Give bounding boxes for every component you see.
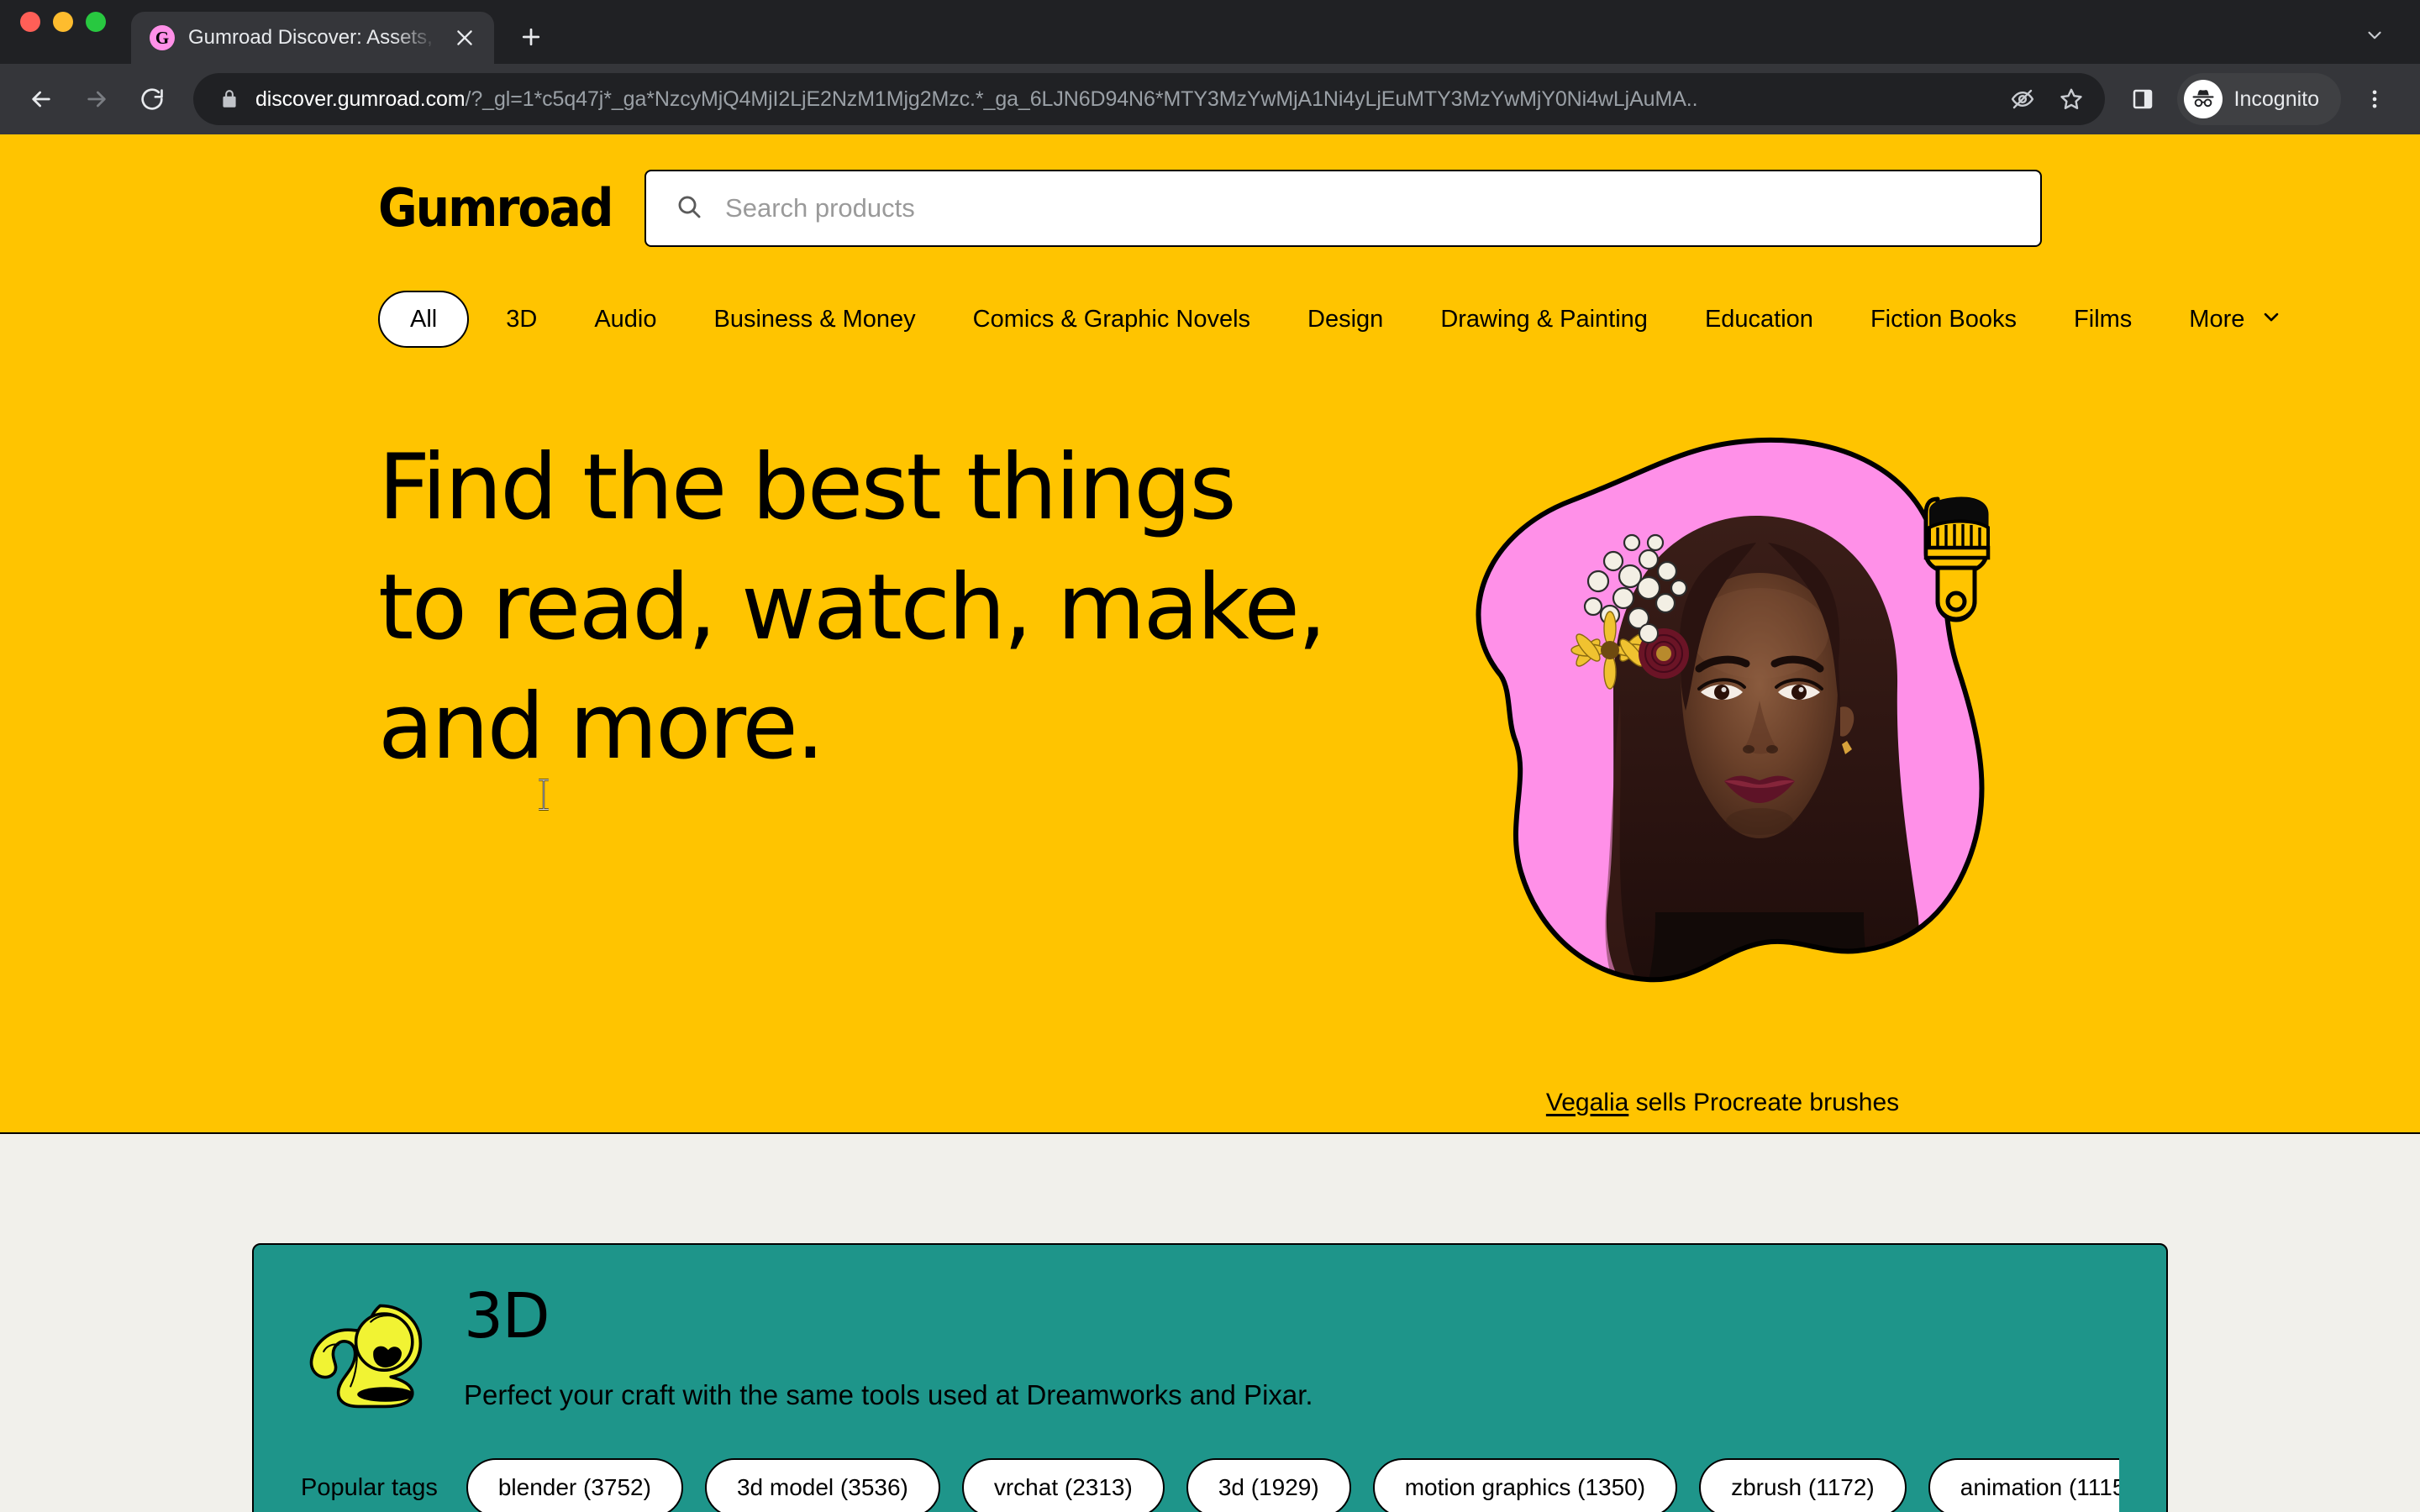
hero-caption: Vegalia sells Procreate brushes <box>1403 1089 2042 1117</box>
hero-headline: Find the best things to read, watch, mak… <box>378 408 1327 788</box>
browser-menu-button[interactable] <box>2351 76 2398 123</box>
tag-3d-model[interactable]: 3d model (3536) <box>704 1458 940 1512</box>
discover-categories-section: 3D Perfect your craft with the same tool… <box>0 1134 2420 1512</box>
new-tab-button[interactable] <box>508 13 555 60</box>
tag-blender[interactable]: blender (3752) <box>466 1458 683 1512</box>
minimize-window-button[interactable] <box>53 12 73 32</box>
site-header: Gumroad <box>378 134 2042 247</box>
hero-artwork: Vegalia sells Procreate brushes <box>1403 408 2042 1117</box>
maximize-window-button[interactable] <box>86 12 106 32</box>
category-card-3d[interactable]: 3D Perfect your craft with the same tool… <box>252 1243 2168 1512</box>
url-host: discover.gumroad.com <box>255 87 466 111</box>
category-tab-more-label: More <box>2189 305 2245 333</box>
bookmark-star-icon[interactable] <box>2049 77 2093 121</box>
incognito-label: Incognito <box>2233 87 2319 111</box>
hero-headline-line-3: and more. <box>378 675 825 780</box>
gumroad-favicon: G <box>150 25 175 50</box>
tag-3d[interactable]: 3d (1929) <box>1186 1458 1351 1512</box>
browser-toolbar: discover.gumroad.com/?_gl=1*c5q47j*_ga*N… <box>0 64 2420 134</box>
hero-body: Find the best things to read, watch, mak… <box>378 408 2042 1117</box>
seller-portrait-blob <box>1476 437 1991 1074</box>
close-window-button[interactable] <box>20 12 40 32</box>
eye-slash-icon[interactable] <box>2001 77 2044 121</box>
hero-section: Gumroad All 3D Audio <box>0 134 2420 1134</box>
category-tab-education[interactable]: Education <box>1676 292 1842 346</box>
gumroad-logo[interactable]: Gumroad <box>378 182 614 234</box>
lock-icon <box>218 88 240 110</box>
category-tab-fiction-books[interactable]: Fiction Books <box>1842 292 2045 346</box>
incognito-indicator[interactable]: Incognito <box>2176 73 2341 125</box>
category-tab-business-money[interactable]: Business & Money <box>685 292 944 346</box>
chevron-down-icon <box>2260 305 2283 333</box>
page-viewport: Gumroad All 3D Audio <box>0 134 2420 1512</box>
hero-seller-link[interactable]: Vegalia <box>1546 1089 1628 1116</box>
category-tab-all[interactable]: All <box>378 291 470 348</box>
hero-headline-line-1: Find the best things <box>378 435 1237 540</box>
tag-animation[interactable]: animation (1115) <box>1928 1458 2119 1512</box>
tag-vrchat[interactable]: vrchat (2313) <box>961 1458 1165 1512</box>
category-tab-drawing-painting[interactable]: Drawing & Painting <box>1412 292 1676 346</box>
popular-tags-label: Popular tags <box>301 1473 438 1501</box>
category-tab-3d[interactable]: 3D <box>477 292 566 346</box>
category-tab-design[interactable]: Design <box>1279 292 1412 346</box>
shoulder-flowers <box>1590 999 1906 1074</box>
close-tab-button[interactable] <box>450 24 479 52</box>
tag-motion-graphics[interactable]: motion graphics (1350) <box>1372 1458 1678 1512</box>
hero-caption-rest: sells Procreate brushes <box>1628 1089 1900 1116</box>
search-input[interactable] <box>725 193 2012 223</box>
category-tab-audio[interactable]: Audio <box>566 292 685 346</box>
category-card-header: 3D Perfect your craft with the same tool… <box>301 1282 2119 1421</box>
window-traffic-lights <box>20 0 106 64</box>
side-panel-button[interactable] <box>2117 73 2169 125</box>
category-tab-films[interactable]: Films <box>2045 292 2160 346</box>
url-path: /?_gl=1*c5q47j*_ga*NzcyMjQ4MjI2LjE2NzM1M… <box>465 87 1698 111</box>
category-card-text: 3D Perfect your craft with the same tool… <box>464 1282 2119 1411</box>
incognito-hat-icon <box>2183 80 2223 118</box>
address-bar[interactable]: discover.gumroad.com/?_gl=1*c5q47j*_ga*N… <box>193 73 2105 125</box>
category-card-title: 3D <box>464 1280 550 1352</box>
category-tab-more[interactable]: More <box>2160 292 2283 346</box>
category-nav: All 3D Audio Business & Money Comics & G… <box>378 291 2279 348</box>
popular-tags-row: Popular tags blender (3752) 3d model (35… <box>301 1458 2119 1512</box>
tab-list-chevron-icon[interactable] <box>2358 18 2391 52</box>
tag-zbrush[interactable]: zbrush (1172) <box>1699 1458 1907 1512</box>
gumroad-3d-mascot-icon <box>301 1287 435 1421</box>
category-tab-comics-graphic-novels[interactable]: Comics & Graphic Novels <box>944 292 1279 346</box>
hero-headline-line-2: to read, watch, make, <box>378 554 1327 660</box>
search-bar[interactable] <box>644 170 2042 247</box>
tab-strip: G Gumroad Discover: Assets, boo <box>0 0 2420 64</box>
back-button[interactable] <box>15 73 67 125</box>
forward-button[interactable] <box>71 73 123 125</box>
browser-tab[interactable]: G Gumroad Discover: Assets, boo <box>131 12 494 64</box>
search-icon <box>675 192 703 225</box>
category-card-description: Perfect your craft with the same tools u… <box>464 1379 1313 1410</box>
reload-button[interactable] <box>126 73 178 125</box>
url-text: discover.gumroad.com/?_gl=1*c5q47j*_ga*N… <box>255 87 1992 112</box>
omnibox-actions <box>2001 77 2093 121</box>
browser-window: G Gumroad Discover: Assets, boo <box>0 0 2420 1512</box>
tab-title: Gumroad Discover: Assets, boo <box>188 26 437 49</box>
